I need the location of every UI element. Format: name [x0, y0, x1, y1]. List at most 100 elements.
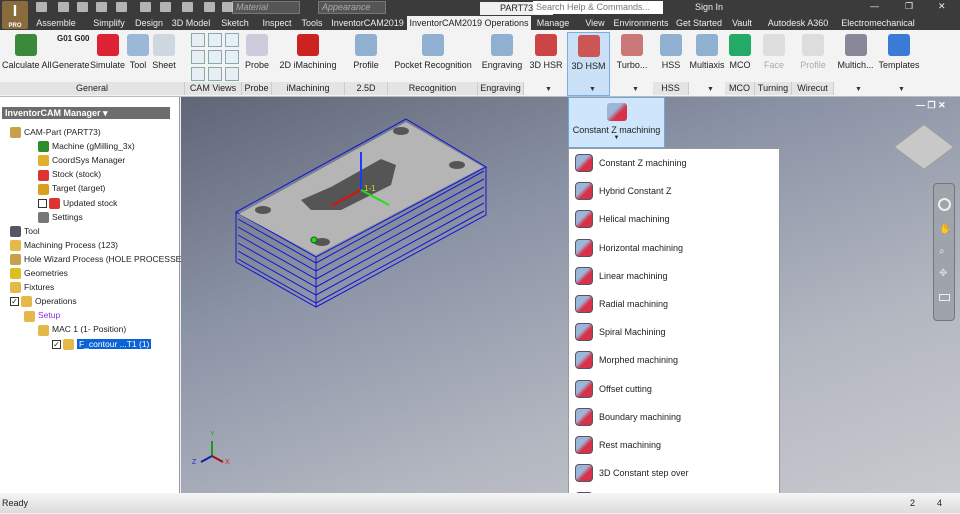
tab-vault[interactable]: Vault: [727, 16, 757, 30]
ribbon-button-multich[interactable]: Multich...: [835, 32, 876, 84]
viewport-window-controls[interactable]: — ❐ ✕: [916, 100, 946, 111]
ribbon-button-profile[interactable]: Profile: [347, 32, 385, 84]
tree-item[interactable]: Stock (stock): [38, 168, 101, 181]
ribbon-button-hsr[interactable]: 3D HSR: [526, 32, 566, 84]
tree-item[interactable]: MAC 1 (1- Position): [38, 323, 126, 336]
quick-access-icon-9[interactable]: [222, 2, 233, 12]
tab-inspect[interactable]: Inspect: [254, 16, 300, 30]
ribbon-button-mco[interactable]: MCO: [725, 32, 755, 84]
tab-simplify[interactable]: Simplify: [84, 16, 134, 30]
quick-access-icon-2[interactable]: [77, 2, 88, 12]
quick-access-icon-5[interactable]: [140, 2, 151, 12]
cam-view-icon-3[interactable]: [191, 50, 205, 64]
cam-view-icon-1[interactable]: [208, 33, 222, 47]
tab-autodesk-a360[interactable]: Autodesk A360: [762, 16, 834, 30]
menu-item-morphed-machining[interactable]: Morphed machining: [571, 347, 777, 373]
tab-inventorcam2019[interactable]: InventorCAM2019: [330, 16, 405, 30]
cam-view-icon-4[interactable]: [208, 50, 222, 64]
tab-electromechanical[interactable]: Electromechanical: [838, 16, 918, 30]
menu-item-3d-constant-step-over[interactable]: 3D Constant step over: [571, 460, 777, 486]
menu-item-rest-machining[interactable]: Rest machining: [571, 432, 777, 458]
ribbon-button-tool[interactable]: Tool: [127, 32, 149, 84]
tree-item[interactable]: CoordSys Manager: [38, 154, 125, 167]
search-input[interactable]: Search Help & Commands...: [533, 1, 663, 14]
panel-dropdown-caret-1[interactable]: ▼: [589, 86, 596, 93]
ribbon-button-sheet[interactable]: Sheet: [150, 32, 178, 84]
ribbon-button-wprofile[interactable]: Profile: [793, 32, 833, 84]
ribbon-button-face[interactable]: Face: [756, 32, 792, 84]
menu-item-horizontal-machining[interactable]: Horizontal machining: [571, 235, 777, 261]
checkbox[interactable]: ✓: [10, 297, 19, 307]
close-button[interactable]: ✕: [938, 1, 946, 12]
menu-item-linear-machining[interactable]: Linear machining: [571, 263, 777, 289]
tree-item[interactable]: Machine (gMilling_3x): [38, 140, 135, 153]
tab-manage[interactable]: Manage: [533, 16, 573, 30]
cam-view-icon-6[interactable]: [191, 67, 205, 81]
ribbon-button-engr[interactable]: Engraving: [480, 32, 524, 84]
material-select[interactable]: Material: [232, 1, 300, 14]
tab-tools[interactable]: Tools: [298, 16, 326, 30]
restore-button[interactable]: ❐: [905, 1, 913, 12]
ribbon-button-templates[interactable]: Templates: [877, 32, 921, 84]
panel-dropdown-caret-0[interactable]: ▼: [545, 86, 552, 93]
tree-item[interactable]: ✓ F_contour ...T1 (1): [52, 338, 152, 351]
sign-in-button[interactable]: Sign In: [695, 1, 723, 14]
quick-access-icon-6[interactable]: [160, 2, 171, 12]
manager-header[interactable]: InventorCAM Manager ▾: [2, 107, 170, 119]
ribbon-button-sim[interactable]: Simulate: [89, 32, 126, 84]
look-at-icon[interactable]: [939, 294, 950, 301]
tab-get-started[interactable]: Get Started: [674, 16, 724, 30]
tree-item[interactable]: Fixtures: [10, 281, 54, 294]
tab-design[interactable]: Design: [128, 16, 170, 30]
tab-sketch[interactable]: Sketch: [216, 16, 254, 30]
menu-item-helical-machining[interactable]: Helical machining: [571, 206, 777, 232]
app-logo[interactable]: I PRO: [2, 1, 28, 29]
tab-assemble[interactable]: Assemble: [34, 16, 78, 30]
tab-inventorcam2019-operations[interactable]: InventorCAM2019 Operations: [407, 16, 531, 30]
quick-access-icon-0[interactable]: [36, 2, 47, 12]
ribbon-button-imach[interactable]: 2D iMachining: [273, 32, 343, 84]
tree-item[interactable]: ✓ Operations: [10, 295, 77, 308]
tree-item[interactable]: Hole Wizard Process (HOLE PROCESSE: [10, 253, 181, 266]
navigation-bar[interactable]: ✋ ⌕ ✥: [933, 183, 955, 321]
ribbon-button-hss[interactable]: HSS: [653, 32, 689, 84]
tree-item[interactable]: Machining Process (123): [10, 239, 118, 252]
panel-dropdown-caret-2[interactable]: ▼: [632, 86, 639, 93]
tree-item[interactable]: Target (target): [38, 182, 105, 195]
panel-dropdown-caret-4[interactable]: ▼: [855, 86, 862, 93]
ribbon-button-turbo[interactable]: Turbo...: [611, 32, 653, 84]
ribbon-button-calc[interactable]: Calculate All: [2, 32, 52, 84]
quick-access-icon-1[interactable]: [58, 2, 69, 12]
quick-access-icon-8[interactable]: [204, 2, 215, 12]
menu-item-hybrid-constant-z[interactable]: Hybrid Constant Z: [571, 178, 777, 204]
tab-view[interactable]: View: [575, 16, 615, 30]
constant-z-machining-split-button[interactable]: Constant Z machining ▼: [568, 97, 665, 148]
menu-item-boundary-machining[interactable]: Boundary machining: [571, 404, 777, 430]
cam-view-icon-2[interactable]: [225, 33, 239, 47]
checkbox[interactable]: ✓: [52, 339, 61, 349]
panel-dropdown-caret-3[interactable]: ▼: [707, 86, 714, 93]
tree-item[interactable]: Setup: [24, 309, 60, 322]
quick-access-icon-7[interactable]: [182, 2, 193, 12]
minimize-button[interactable]: —: [870, 1, 879, 11]
panel-dropdown-caret-5[interactable]: ▼: [898, 86, 905, 93]
tree-item[interactable]: CAM-Part (PART73): [10, 126, 101, 139]
tree-item[interactable]: Geometries: [10, 267, 68, 280]
ribbon-button-probe[interactable]: Probe: [242, 32, 272, 84]
tab-environments[interactable]: Environments: [612, 16, 670, 30]
menu-item-constant-z-machining[interactable]: Constant Z machining: [571, 150, 777, 176]
pan-icon[interactable]: ✋: [939, 224, 951, 235]
zoom-icon[interactable]: ⌕: [939, 246, 945, 257]
cam-view-icon-8[interactable]: [225, 67, 239, 81]
quick-access-icon-3[interactable]: [96, 2, 107, 12]
ribbon-button-pocket[interactable]: Pocket Recognition: [390, 32, 476, 84]
menu-item-spiral-machining[interactable]: Spiral Machining: [571, 319, 777, 345]
appearance-select[interactable]: Appearance: [318, 1, 386, 14]
cam-view-icon-5[interactable]: [225, 50, 239, 64]
tree-item[interactable]: Updated stock: [38, 197, 117, 210]
steering-wheel-icon[interactable]: [938, 198, 951, 211]
tab-3d-model[interactable]: 3D Model: [166, 16, 216, 30]
quick-access-icon-4[interactable]: [116, 2, 127, 12]
ribbon-button-multiaxis[interactable]: Multiaxis: [689, 32, 725, 84]
ribbon-button-gen[interactable]: G01 G00 Generate: [52, 32, 90, 84]
